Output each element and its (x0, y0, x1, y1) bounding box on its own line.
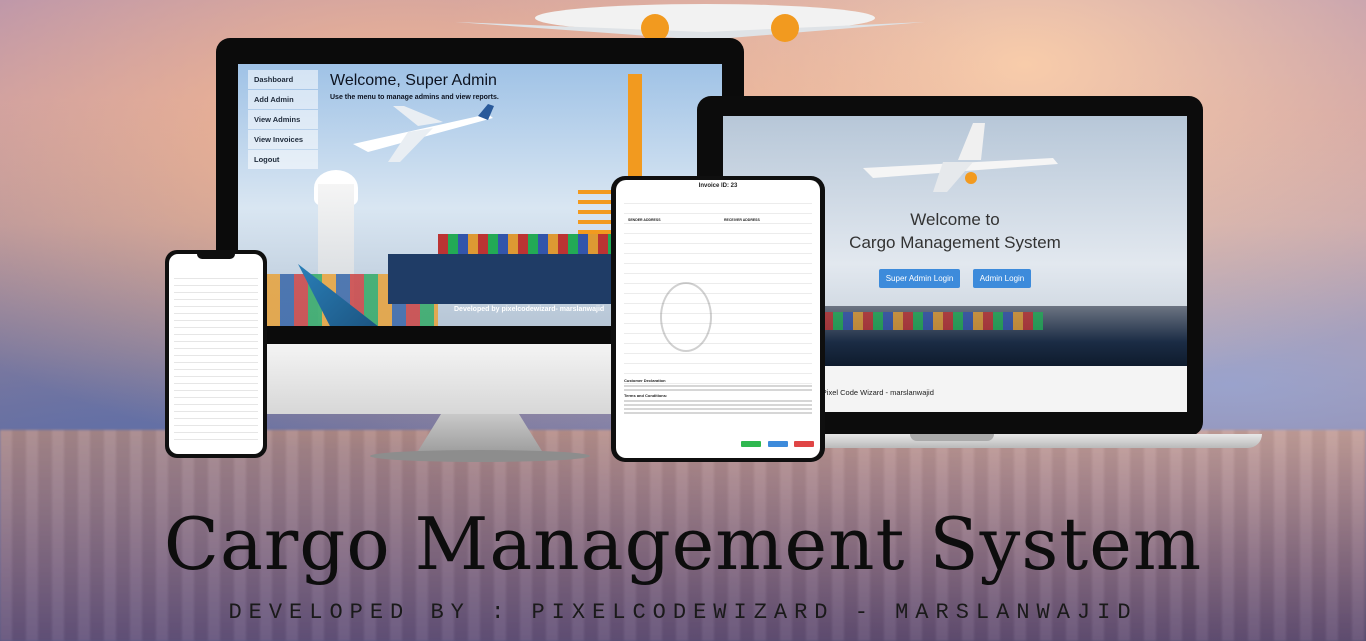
receiver-heading: RECEIVER ADDRESS (724, 218, 760, 222)
edit-button[interactable] (767, 441, 788, 447)
menu-item-view-invoices[interactable]: View Invoices (248, 130, 318, 149)
phone-notch (197, 254, 235, 259)
dashboard-subtitle: Use the menu to manage admins and view r… (330, 94, 499, 101)
dashboard-footer: Developed by pixelcodewizard- marslanwaj… (454, 306, 605, 313)
monitor-base (370, 450, 590, 462)
airplane-icon (353, 104, 494, 162)
phone-form-lines (174, 272, 258, 442)
invoice-actions (739, 434, 814, 452)
terms-heading: Terms and Conditions: (624, 393, 668, 398)
developer-credit: DEVELOPED BY : PIXELCODEWIZARD - MARSLAN… (228, 600, 1138, 625)
page-headline: Cargo Management System (163, 502, 1203, 586)
menu-item-view-admins[interactable]: View Admins (248, 110, 318, 129)
company-stamp (660, 282, 712, 352)
phone-invoice-screen (169, 254, 263, 454)
airplane-icon (863, 123, 1058, 192)
menu-item-add-admin[interactable]: Add Admin (248, 90, 318, 109)
admin-login-button[interactable]: Admin Login (972, 269, 1032, 288)
invoice-title: Invoice ID: 23 (698, 183, 738, 189)
invoice-screen: Invoice ID: 23 SENDER ADDRESS RECEIVER A… (616, 180, 820, 458)
sender-heading: SENDER ADDRESS (628, 218, 661, 222)
declaration-block: Customer Declaration Terms and Condition… (624, 378, 812, 416)
super-admin-login-button[interactable]: Super Admin Login (878, 269, 961, 288)
delete-button[interactable] (794, 441, 814, 447)
dashboard-title: Welcome, Super Admin (330, 72, 497, 89)
declaration-heading: Customer Declaration (624, 378, 666, 383)
phone-device (165, 250, 267, 458)
invoice-form-lines (624, 194, 812, 384)
laptop-notch (910, 434, 994, 441)
tablet-device: Invoice ID: 23 SENDER ADDRESS RECEIVER A… (611, 176, 825, 462)
menu-item-dashboard[interactable]: Dashboard (248, 70, 318, 89)
sidebar-menu: Dashboard Add Admin View Admins View Inv… (248, 70, 318, 170)
download-pdf-button[interactable] (741, 441, 762, 447)
menu-item-logout[interactable]: Logout (248, 150, 318, 169)
